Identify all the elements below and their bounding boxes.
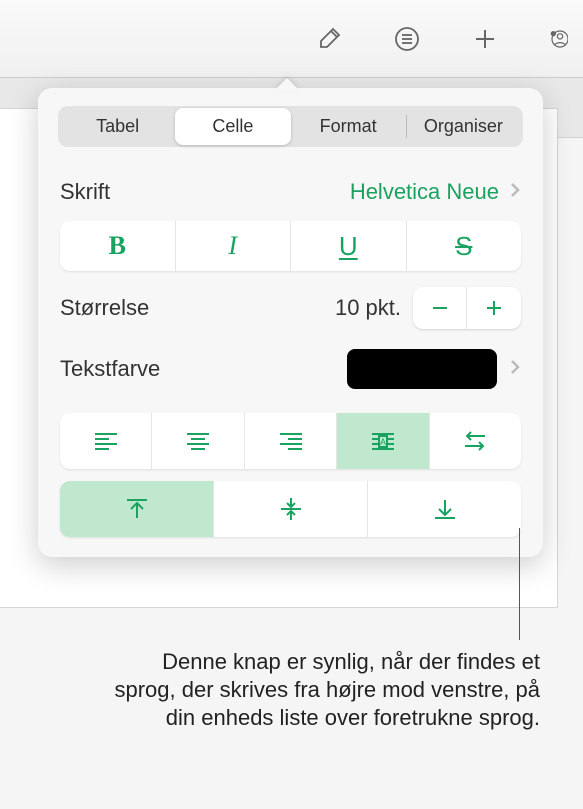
plus-icon[interactable] [470,24,500,54]
italic-button[interactable]: I [176,221,292,271]
font-label: Skrift [60,179,110,205]
align-left-button[interactable] [60,413,152,469]
tab-format[interactable]: Format [291,108,406,145]
callout-line [519,528,520,640]
format-popover: Tabel Celle Format Organiser Skrift Helv… [38,88,543,557]
size-decrease-button[interactable] [413,287,467,329]
inspector-tabs: Tabel Celle Format Organiser [58,106,523,147]
collaborate-icon[interactable]: + [548,24,568,54]
valign-middle-button[interactable] [214,481,368,537]
svg-text:+: + [552,31,555,36]
valign-top-button[interactable] [60,481,214,537]
tab-tabel[interactable]: Tabel [60,108,175,145]
list-icon[interactable] [392,24,422,54]
font-row[interactable]: Skrift Helvetica Neue [38,169,543,215]
text-style-group: B I U S [60,221,521,271]
valign-bottom-button[interactable] [368,481,521,537]
brush-icon[interactable] [314,24,344,54]
chevron-right-icon [509,179,521,205]
callout-text: Denne knap er synlig, når der findes et … [110,648,540,732]
text-color-label: Tekstfarve [60,356,160,382]
size-stepper [413,287,521,329]
size-row: Størrelse 10 pkt. [38,277,543,339]
text-color-row[interactable]: Tekstfarve [38,339,543,399]
text-direction-button[interactable] [430,413,521,469]
svg-text:A: A [380,437,386,447]
chevron-right-icon [509,356,521,382]
text-color-swatch[interactable] [347,349,497,389]
size-value: 10 pkt. [335,295,401,321]
size-increase-button[interactable] [467,287,521,329]
size-label: Størrelse [60,295,149,321]
font-value: Helvetica Neue [350,179,499,205]
underline-button[interactable]: U [291,221,407,271]
align-center-button[interactable] [152,413,244,469]
app-toolbar: + [0,0,583,78]
tab-organiser[interactable]: Organiser [406,108,521,145]
horizontal-align-group: A [60,413,521,469]
tab-celle[interactable]: Celle [175,108,290,145]
vertical-align-group [60,481,521,537]
align-right-button[interactable] [245,413,337,469]
strikethrough-button[interactable]: S [407,221,522,271]
bold-button[interactable]: B [60,221,176,271]
align-justify-button[interactable]: A [337,413,429,469]
